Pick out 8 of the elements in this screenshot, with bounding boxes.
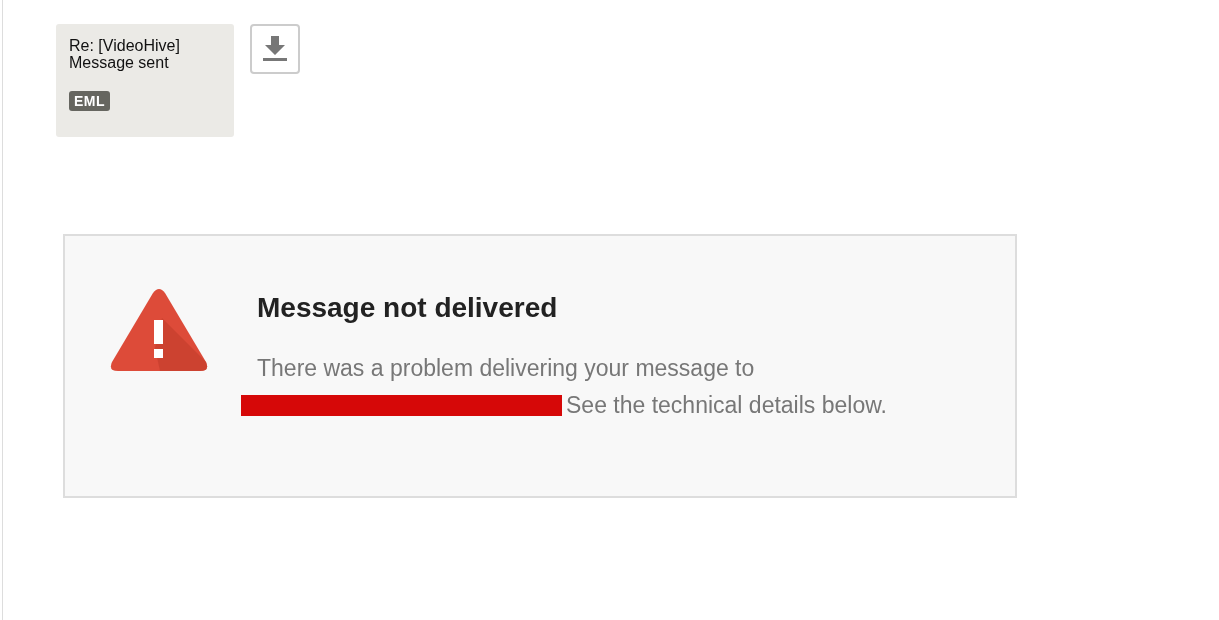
- attachment-card[interactable]: Re: [VideoHive] Message sent EML: [56, 24, 234, 137]
- download-icon: [263, 36, 287, 62]
- download-button[interactable]: [250, 24, 300, 74]
- warning-icon: [110, 288, 208, 372]
- file-type-badge: EML: [69, 91, 111, 111]
- notice-message: There was a problem delivering your message to See the technical details below.: [257, 350, 977, 424]
- notice-title: Message not delivered: [257, 292, 559, 324]
- attachment-title: Re: [VideoHive] Message sent: [69, 37, 181, 73]
